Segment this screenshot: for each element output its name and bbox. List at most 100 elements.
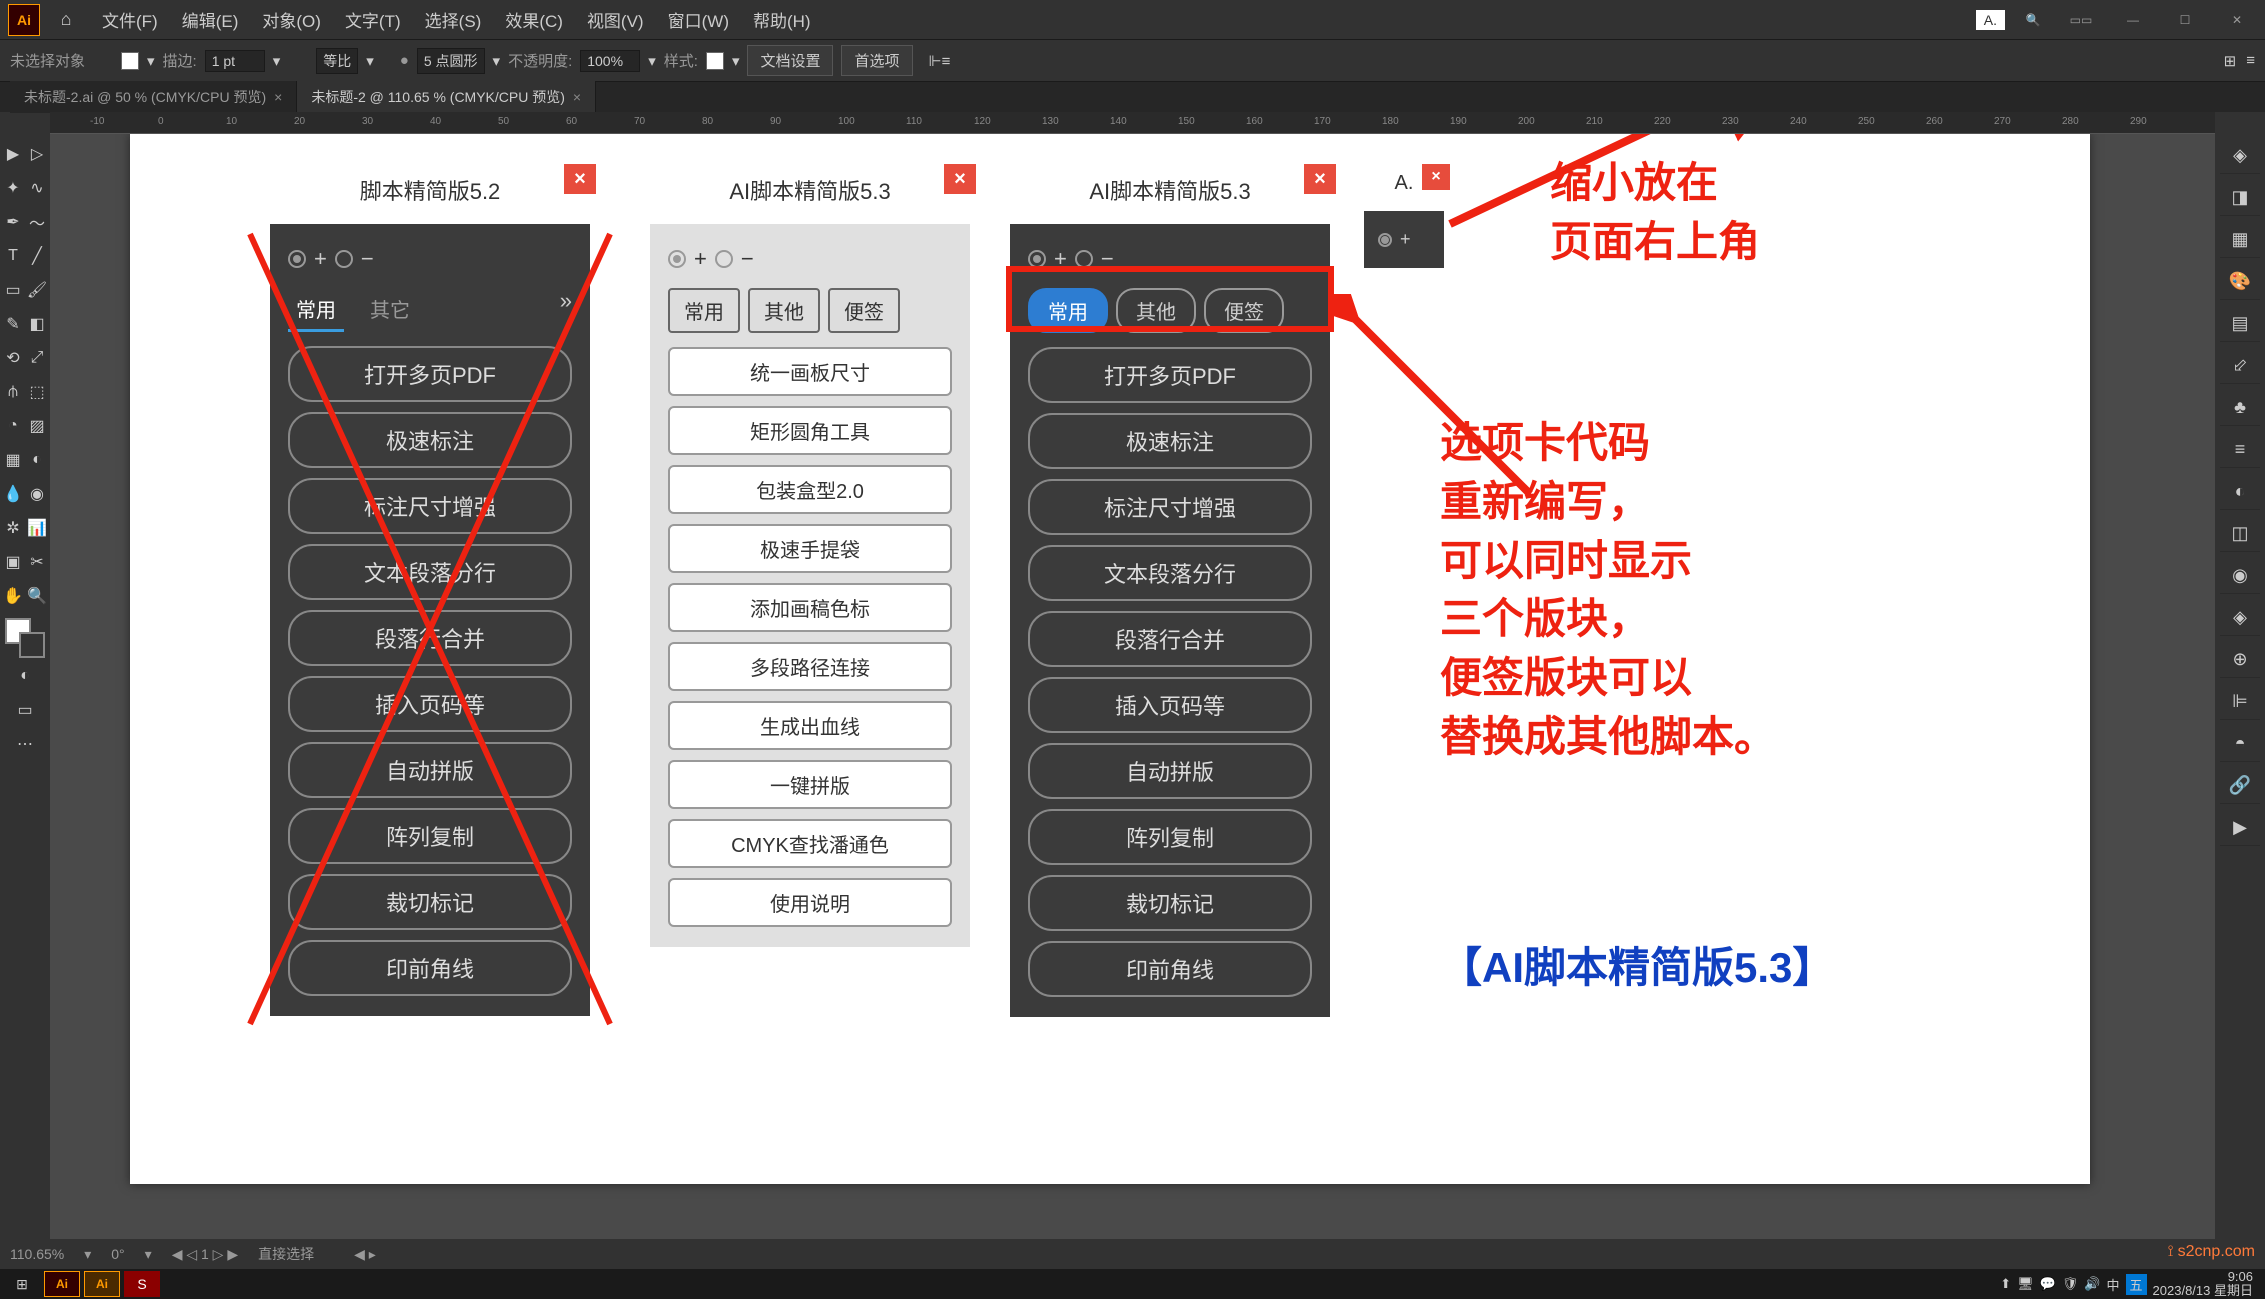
libraries-panel-icon[interactable]: ▦ — [2220, 222, 2260, 258]
brush-tool[interactable]: 🖌 — [26, 280, 48, 300]
layers-panel-icon[interactable]: ◨ — [2220, 180, 2260, 216]
document-setup-button[interactable]: 文档设置 — [747, 45, 833, 76]
script-button[interactable]: 包装盒型2.0 — [668, 465, 952, 514]
panel-toggle-icon[interactable]: ⊞ — [2224, 52, 2237, 70]
script-button[interactable]: 标注尺寸增强 — [1028, 479, 1312, 535]
artboard-nav[interactable]: ◀ ◁ 1 ▷ ▶ — [172, 1246, 238, 1263]
type-tool[interactable]: T — [2, 247, 24, 265]
lasso-tool[interactable]: ∿ — [26, 178, 48, 198]
script-button[interactable]: CMYK查找潘通色 — [668, 819, 952, 868]
script-button[interactable]: 极速手提袋 — [668, 524, 952, 573]
tray-icon[interactable]: ⬆ — [2000, 1276, 2011, 1292]
script-button[interactable]: 添加画稿色标 — [668, 583, 952, 632]
stroke-panel-icon[interactable]: ≡ — [2220, 432, 2260, 468]
appearance-panel-icon[interactable]: ◉ — [2220, 558, 2260, 594]
script-button[interactable]: 极速标注 — [1028, 413, 1312, 469]
canvas-artboard[interactable]: 脚本精简版5.2 × + − 常用 其它 » 打开多页PDF极速标注标注尺寸增强… — [130, 134, 2090, 1184]
tray-icon[interactable]: 🖥 — [2017, 1276, 2034, 1292]
color-panel-icon[interactable]: 🎨 — [2220, 264, 2260, 300]
minimize-button[interactable]: — — [2113, 5, 2153, 35]
taskbar-ai-1[interactable]: Ai — [44, 1271, 80, 1297]
pen-tool[interactable]: ✒ — [2, 212, 24, 232]
preferences-button[interactable]: 首选项 — [841, 45, 912, 76]
curvature-tool[interactable]: 〜 — [26, 210, 48, 234]
brush-select[interactable]: 5 点圆形 — [417, 48, 485, 74]
transparency-panel-icon[interactable]: ◫ — [2220, 516, 2260, 552]
gradient-panel-icon[interactable]: ◐ — [2220, 474, 2260, 510]
menu-window[interactable]: 窗口(W) — [658, 3, 739, 36]
radio-icon[interactable] — [335, 250, 353, 268]
gradient-tool[interactable]: ◐ — [26, 451, 48, 469]
scale-tool[interactable]: ⤢ — [26, 349, 48, 367]
script-button[interactable]: 生成出血线 — [668, 701, 952, 750]
screen-mode-icon[interactable]: ▭ — [5, 694, 45, 726]
layout-icon[interactable]: ▭▭ — [2061, 5, 2101, 35]
script-button[interactable]: 裁切标记 — [1028, 875, 1312, 931]
script-button[interactable]: 极速标注 — [288, 412, 572, 468]
script-button[interactable]: 文本段落分行 — [1028, 545, 1312, 601]
script-button[interactable]: 段落行合并 — [1028, 611, 1312, 667]
menu-select[interactable]: 选择(S) — [415, 3, 492, 36]
align-panel-icon[interactable]: ⊫ — [2220, 684, 2260, 720]
style-swatch[interactable] — [706, 52, 724, 70]
radio-icon[interactable] — [1028, 250, 1046, 268]
link-panel-icon[interactable]: 🔗 — [2220, 768, 2260, 804]
mesh-tool[interactable]: ▦ — [2, 450, 24, 470]
rotation-angle[interactable]: 0° — [111, 1246, 124, 1262]
menu-effect[interactable]: 效果(C) — [495, 3, 573, 36]
tray-ime-icon[interactable]: 五 — [2126, 1274, 2147, 1295]
radio-icon[interactable] — [288, 250, 306, 268]
script-button[interactable]: 印前角线 — [288, 940, 572, 996]
panel53light-close-button[interactable]: × — [944, 164, 976, 194]
rectangle-tool[interactable]: ▭ — [2, 280, 24, 300]
script-button[interactable]: 插入页码等 — [288, 676, 572, 732]
eyedropper-tool[interactable]: 💧 — [2, 484, 24, 504]
maximize-button[interactable]: ☐ — [2165, 5, 2205, 35]
panel53dark-tab-notes[interactable]: 便签 — [1204, 288, 1284, 333]
eraser-tool[interactable]: ◧ — [26, 314, 48, 334]
panel52-tab-other[interactable]: 其它 — [352, 288, 428, 332]
properties-panel-icon[interactable]: ◈ — [2220, 138, 2260, 174]
panel52-close-button[interactable]: × — [564, 164, 596, 194]
script-button[interactable]: 插入页码等 — [1028, 677, 1312, 733]
pathfinder-panel-icon[interactable]: ◓ — [2220, 726, 2260, 762]
panelmini-close-button[interactable]: × — [1422, 164, 1450, 190]
free-transform-tool[interactable]: ⬚ — [26, 382, 48, 402]
rotate-tool[interactable]: ⟲ — [2, 348, 24, 368]
symbols-panel-icon[interactable]: ♣ — [2220, 390, 2260, 426]
menu-help[interactable]: 帮助(H) — [743, 3, 821, 36]
direct-select-tool[interactable]: ▷ — [26, 144, 48, 164]
opacity-input[interactable] — [580, 50, 640, 72]
menu-file[interactable]: 文件(F) — [92, 3, 168, 36]
swatches-panel-icon[interactable]: ▤ — [2220, 306, 2260, 342]
menu-type[interactable]: 文字(T) — [335, 3, 411, 36]
artboard-tool[interactable]: ▣ — [2, 552, 24, 572]
menu-view[interactable]: 视图(V) — [577, 3, 654, 36]
close-button[interactable]: ✕ — [2217, 5, 2257, 35]
tray-icon[interactable]: 🛡 — [2062, 1276, 2079, 1292]
script-button[interactable]: 标注尺寸增强 — [288, 478, 572, 534]
graph-tool[interactable]: 📊 — [26, 518, 48, 538]
shape-builder-tool[interactable]: ◔ — [2, 417, 24, 435]
script-button[interactable]: 打开多页PDF — [288, 346, 572, 402]
doc-tab-1[interactable]: 未标题-2.ai @ 50 % (CMYK/CPU 预览)× — [10, 81, 297, 113]
magic-wand-tool[interactable]: ✦ — [2, 178, 24, 198]
pinned-mini-panel[interactable]: A. — [1976, 10, 2005, 30]
tray-ime-icon[interactable]: 中 — [2107, 1275, 2120, 1294]
line-tool[interactable]: ╱ — [26, 246, 48, 266]
panel53light-tab-common[interactable]: 常用 — [668, 288, 740, 333]
radio-icon[interactable] — [1075, 250, 1093, 268]
panel-menu-icon[interactable]: ≡ — [2246, 52, 2255, 70]
script-button[interactable]: 矩形圆角工具 — [668, 406, 952, 455]
start-button[interactable]: ⊞ — [4, 1271, 40, 1297]
draw-mode-icon[interactable]: ◐ — [5, 660, 45, 692]
stroke-weight-input[interactable] — [205, 50, 265, 72]
transform-panel-icon[interactable]: ⊕ — [2220, 642, 2260, 678]
script-button[interactable]: 段落行合并 — [288, 610, 572, 666]
close-icon[interactable]: × — [274, 89, 282, 105]
taskbar-app[interactable]: S — [124, 1271, 160, 1297]
blend-tool[interactable]: ◉ — [26, 484, 48, 504]
slice-tool[interactable]: ✂ — [26, 552, 48, 572]
color-picker[interactable] — [5, 618, 45, 658]
script-button[interactable]: 阵列复制 — [1028, 809, 1312, 865]
